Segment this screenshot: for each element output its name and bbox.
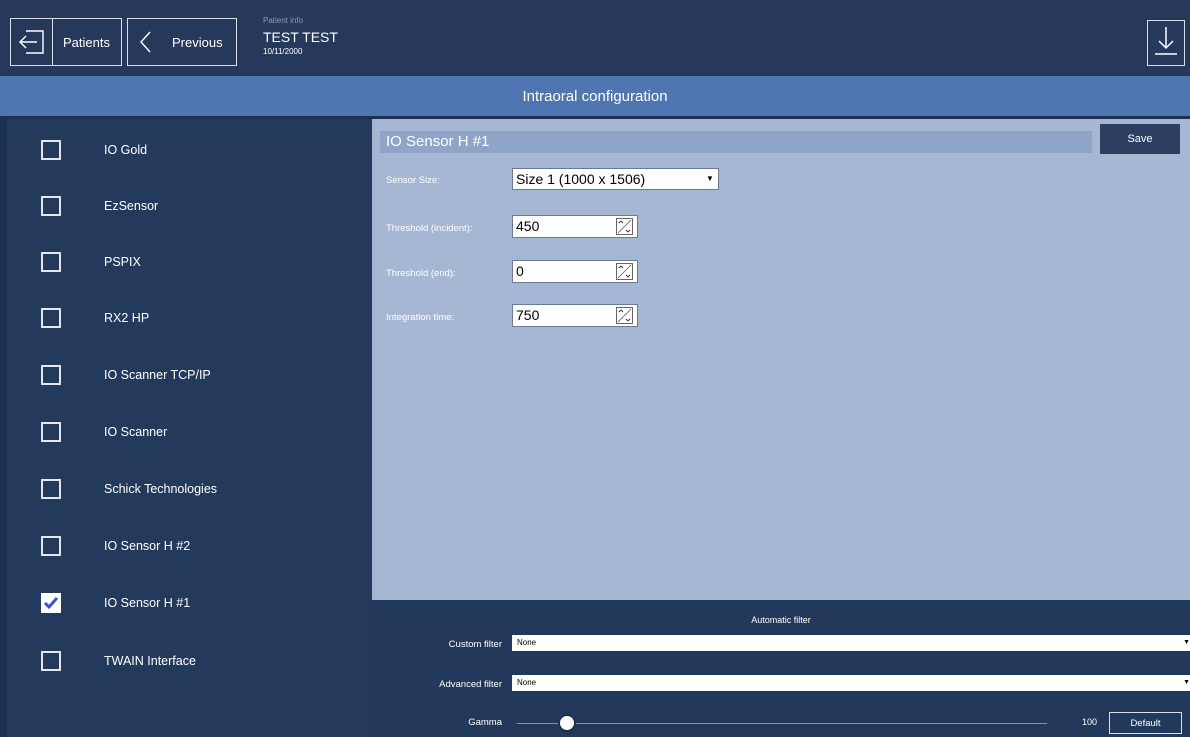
patient-name: TEST TEST xyxy=(263,29,338,45)
sidebar-item-schick-technologies[interactable]: Schick Technologies xyxy=(7,461,372,517)
spin-arrows-icon[interactable] xyxy=(616,263,633,280)
sidebar-item-label: IO Sensor H #2 xyxy=(104,539,191,553)
sensor-list: IO Gold EzSensor PSPIX RX2 HP IO Scanner… xyxy=(7,119,372,737)
spin-arrows-icon[interactable] xyxy=(616,218,633,235)
previous-label: Previous xyxy=(172,34,223,50)
advanced-filter-value: None xyxy=(517,678,537,687)
sidebar-item-io-sensor-h1[interactable]: IO Sensor H #1 xyxy=(7,575,372,631)
checkbox[interactable] xyxy=(41,365,61,385)
custom-filter-value: None xyxy=(517,638,537,647)
sidebar-item-twain-interface[interactable]: TWAIN Interface xyxy=(7,633,372,689)
dropdown-arrow-icon: ▼ xyxy=(1183,639,1190,646)
default-button[interactable]: Default xyxy=(1109,712,1182,734)
integration-time-label: Integration time: xyxy=(386,312,455,323)
gamma-slider-thumb[interactable] xyxy=(558,714,576,732)
patient-info: Patient info TEST TEST 10/11/2000 xyxy=(263,16,338,56)
dropdown-arrow-icon: ▼ xyxy=(706,174,714,183)
threshold-end-field[interactable]: 0 xyxy=(512,260,638,283)
chevron-left-icon xyxy=(128,30,164,54)
save-button[interactable]: Save xyxy=(1100,124,1180,154)
integration-time-field[interactable]: 750 xyxy=(512,304,638,327)
patients-label: Patients xyxy=(63,34,110,50)
custom-filter-label: Custom filter xyxy=(448,639,502,650)
checkbox[interactable] xyxy=(41,651,61,671)
checkbox[interactable] xyxy=(41,252,61,272)
gamma-label: Gamma xyxy=(468,717,502,728)
dropdown-arrow-icon: ▼ xyxy=(1183,679,1190,686)
top-header: Patients Previous Patient info TEST TEST… xyxy=(0,0,1190,76)
threshold-incident-value: 450 xyxy=(516,218,540,234)
checkbox[interactable] xyxy=(41,140,61,160)
integration-time-value: 750 xyxy=(516,307,540,323)
sidebar-item-label: PSPIX xyxy=(104,255,141,269)
sidebar-item-io-gold[interactable]: IO Gold xyxy=(7,122,372,178)
checkbox[interactable] xyxy=(41,536,61,556)
sidebar-item-io-scanner[interactable]: IO Scanner xyxy=(7,404,372,460)
checkmark-icon xyxy=(43,597,59,610)
sidebar-item-ezsensor[interactable]: EzSensor xyxy=(7,178,372,234)
checkbox-checked[interactable] xyxy=(41,593,61,613)
checkbox[interactable] xyxy=(41,479,61,499)
sidebar-item-label: RX2 HP xyxy=(104,311,150,325)
custom-filter-select[interactable]: None ▼ xyxy=(512,635,1190,651)
sidebar-item-io-scanner-tcpip[interactable]: IO Scanner TCP/IP xyxy=(7,347,372,403)
sidebar-item-label: EzSensor xyxy=(104,199,159,213)
checkbox[interactable] xyxy=(41,422,61,442)
advanced-filter-select[interactable]: None ▼ xyxy=(512,675,1190,691)
patients-button[interactable]: Patients xyxy=(10,18,122,66)
spin-arrows-icon[interactable] xyxy=(616,307,633,324)
page-title: Intraoral configuration xyxy=(522,87,668,105)
sidebar-item-label: Schick Technologies xyxy=(104,482,218,496)
previous-button[interactable]: Previous xyxy=(127,18,237,66)
threshold-end-label: Threshold (end): xyxy=(386,268,456,279)
sidebar-item-label: TWAIN Interface xyxy=(104,654,196,668)
gamma-value: 100 xyxy=(1082,717,1098,727)
download-arrow-icon xyxy=(1152,24,1180,63)
sidebar-item-label: IO Gold xyxy=(104,143,148,157)
sidebar-item-pspix[interactable]: PSPIX xyxy=(7,234,372,290)
threshold-end-value: 0 xyxy=(516,263,524,279)
checkbox[interactable] xyxy=(41,196,61,216)
filter-title: Automatic filter xyxy=(751,615,811,625)
threshold-incident-field[interactable]: 450 xyxy=(512,215,638,238)
gamma-slider-track[interactable] xyxy=(517,723,1047,724)
automatic-filter-panel: Automatic filter Custom filter None ▼ Ad… xyxy=(372,600,1190,737)
page-title-bar: Intraoral configuration xyxy=(0,76,1190,116)
sidebar-item-label: IO Scanner TCP/IP xyxy=(104,368,211,382)
sensor-size-label: Sensor Size: xyxy=(386,175,440,186)
threshold-incident-label: Threshold (incident): xyxy=(386,223,473,234)
sidebar-item-rx2-hp[interactable]: RX2 HP xyxy=(7,290,372,346)
patient-info-caption: Patient info xyxy=(263,16,304,25)
patient-date: 10/11/2000 xyxy=(263,47,303,56)
checkbox[interactable] xyxy=(41,308,61,328)
sensor-title: IO Sensor H #1 xyxy=(380,131,1092,153)
sidebar-item-io-sensor-h2[interactable]: IO Sensor H #2 xyxy=(7,518,372,574)
sensor-size-select[interactable]: Size 1 (1000 x 1506) ▼ xyxy=(512,168,719,190)
sidebar-item-label: IO Scanner xyxy=(104,425,168,439)
sidebar-item-label: IO Sensor H #1 xyxy=(104,596,191,610)
sensor-size-value: Size 1 (1000 x 1506) xyxy=(516,171,646,187)
exit-arrow-icon xyxy=(11,19,53,65)
sensor-config-panel: IO Sensor H #1 Save Sensor Size: Size 1 … xyxy=(372,119,1190,600)
download-button[interactable] xyxy=(1147,20,1185,66)
advanced-filter-label: Advanced filter xyxy=(439,679,502,690)
